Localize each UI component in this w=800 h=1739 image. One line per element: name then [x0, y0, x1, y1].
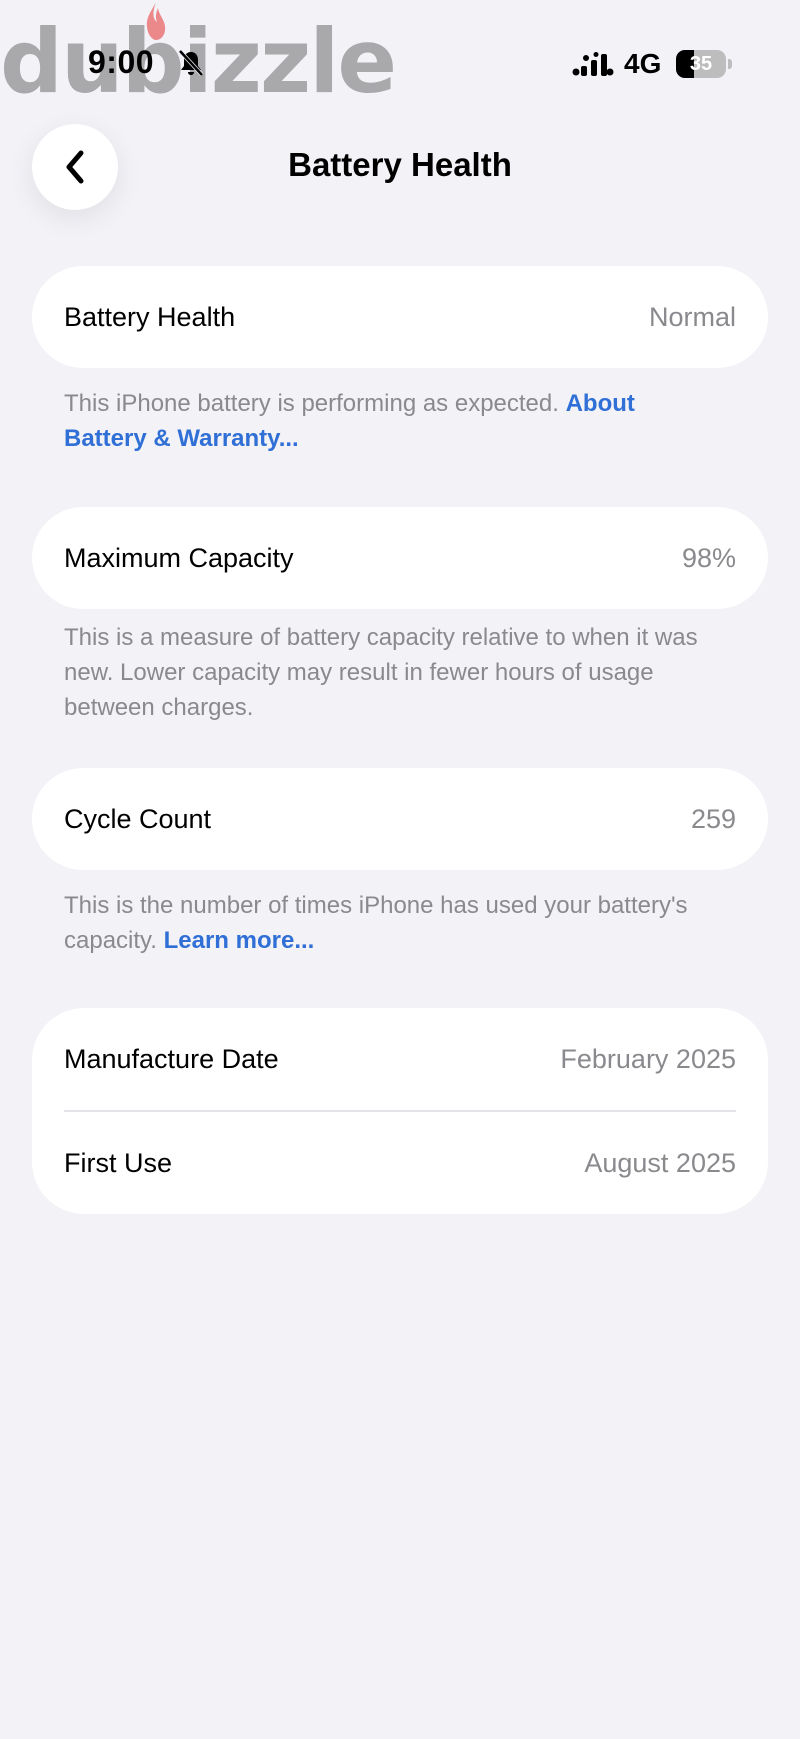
manufacture-date-label: Manufacture Date [64, 1043, 279, 1074]
battery-body: 35 [676, 50, 726, 78]
status-bar: 9:00 4G 35 [0, 0, 800, 120]
maximum-capacity-description: This is a measure of battery capacity re… [64, 624, 698, 721]
cycle-count-card: Cycle Count 259 [32, 768, 768, 870]
battery-health-row: Battery Health Normal [32, 266, 768, 368]
cycle-count-label: Cycle Count [64, 803, 212, 834]
manufacture-date-row: Manufacture Date February 2025 [32, 1008, 768, 1110]
cycle-count-description-text: This is the number of times iPhone has u… [64, 892, 688, 954]
battery-health-description: This iPhone battery is performing as exp… [64, 386, 724, 456]
battery-tip [728, 59, 732, 69]
battery-icon: 35 [676, 50, 732, 78]
status-time: 9:00 [88, 44, 155, 80]
network-type: 4G [624, 48, 662, 79]
first-use-label: First Use [64, 1147, 172, 1178]
maximum-capacity-value: 98% [681, 542, 736, 573]
maximum-capacity-row: Maximum Capacity 98% [32, 507, 768, 609]
battery-health-label: Battery Health [64, 301, 236, 332]
maximum-capacity-card: Maximum Capacity 98% [32, 507, 768, 609]
manufacture-date-value: February 2025 [560, 1043, 736, 1074]
battery-health-card: Battery Health Normal [32, 266, 768, 368]
cycle-count-value: 259 [690, 803, 736, 834]
first-use-value: August 2025 [584, 1147, 736, 1178]
battery-dates-card: Manufacture Date February 2025 First Use… [32, 1008, 768, 1214]
cellular-signal-icon [572, 52, 614, 76]
learn-more-link[interactable]: Learn more... [164, 927, 315, 954]
battery-level: 35 [689, 53, 713, 75]
cycle-count-description: This is the number of times iPhone has u… [64, 888, 724, 958]
battery-health-value: Normal [648, 301, 736, 332]
page-title: Battery Health [288, 146, 512, 183]
first-use-row: First Use August 2025 [32, 1112, 768, 1214]
maximum-capacity-label: Maximum Capacity [64, 542, 294, 573]
cycle-count-row: Cycle Count 259 [32, 768, 768, 870]
battery-health-description-text: This iPhone battery is performing as exp… [64, 390, 559, 417]
bell-slash-icon [178, 49, 204, 77]
